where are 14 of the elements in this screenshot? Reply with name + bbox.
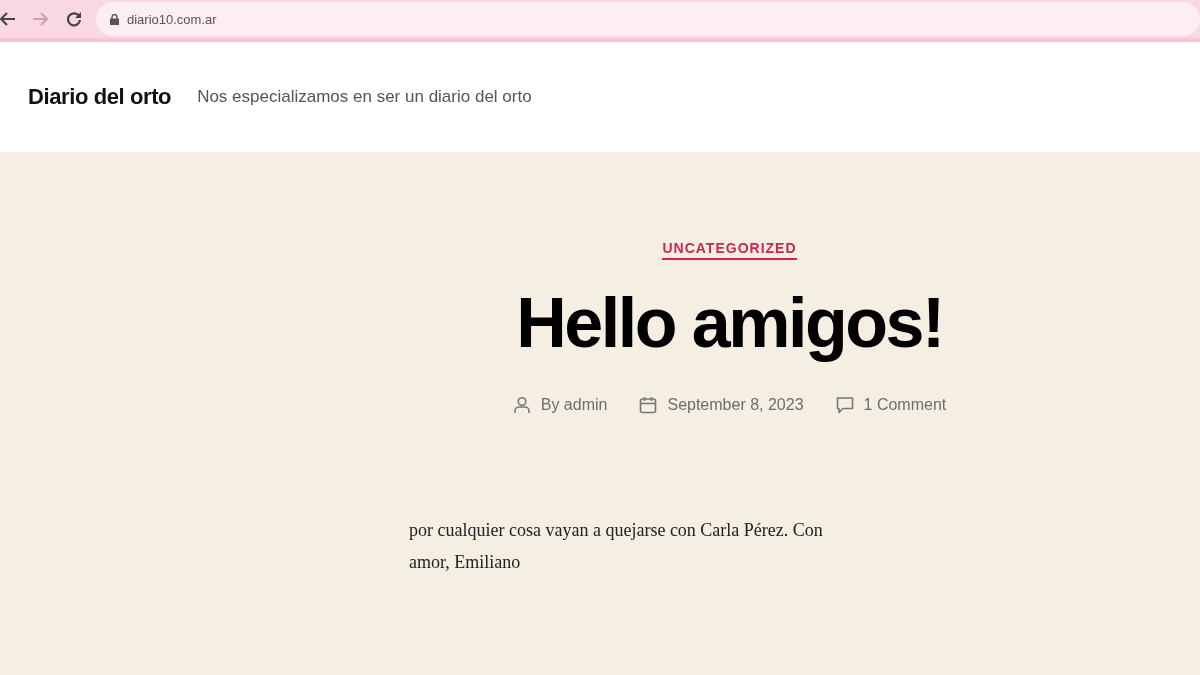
address-bar[interactable]: diario10.com.ar bbox=[96, 2, 1200, 36]
reload-icon[interactable] bbox=[66, 11, 82, 27]
person-icon bbox=[512, 396, 531, 414]
site-tagline: Nos especializamos en ser un diario del orto bbox=[197, 87, 532, 107]
author-link[interactable]: By admin bbox=[540, 396, 608, 414]
comment-icon bbox=[835, 396, 854, 414]
comments-link[interactable]: 1 Comment bbox=[863, 396, 947, 414]
lock-icon bbox=[110, 13, 119, 25]
date-link[interactable]: September 8, 2023 bbox=[667, 396, 804, 414]
calendar-icon bbox=[639, 396, 658, 414]
site-title[interactable]: Diario del orto bbox=[28, 84, 172, 110]
post-body: por cualquier cosa vayan a quejarse con Carla Pérez. Con amor, Emiliano bbox=[409, 519, 824, 575]
category-link[interactable]: UNCATEGORIZED bbox=[662, 240, 797, 260]
back-icon[interactable] bbox=[0, 11, 16, 27]
